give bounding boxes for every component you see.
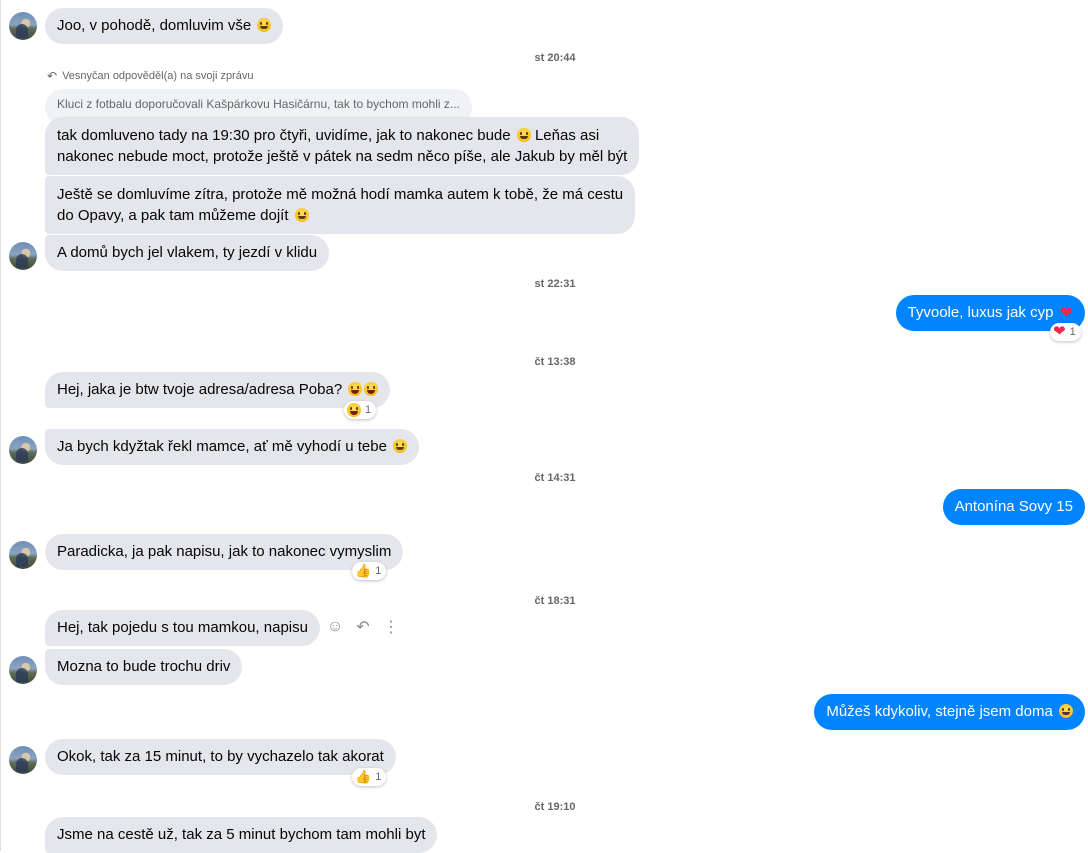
laughing-face-emoji-icon — [348, 382, 363, 396]
message-text: Hej, jaka je btw tvoje adresa/adresa Pob… — [57, 381, 343, 398]
grinning-face-emoji-icon — [257, 18, 272, 32]
message-bubble[interactable]: Jsme na cestě už, tak za 5 minut bychom … — [45, 817, 438, 853]
message-text: A domů bych jel vlakem, ty jezdí v klidu — [57, 244, 318, 261]
message-bubble[interactable]: Hej, tak pojedu s tou mamkou, napisu — [45, 610, 320, 646]
avatar[interactable] — [9, 242, 37, 270]
message-bubble-outgoing[interactable]: Antonína Sovy 15 — [942, 489, 1085, 525]
message-text: Okok, tak za 15 minut, to by vychazelo t… — [57, 748, 384, 765]
grinning-face-emoji-icon — [516, 128, 531, 142]
grinning-face-emoji-icon — [393, 439, 408, 453]
reaction-badge[interactable]: 👍 1 — [352, 768, 387, 786]
reply-arrow-icon: ↶ — [47, 69, 58, 83]
laughing-face-icon — [347, 403, 361, 417]
reply-label-text: ​Vesnyčan odpověděl(a) na svoji zprávu — [62, 70, 254, 82]
timestamp: st 20:44 — [534, 52, 576, 64]
more-vertical-icon[interactable]: ⋮ — [382, 617, 400, 637]
message-bubble[interactable]: tak domluveno tady na 19:30 pro čtyři, u… — [45, 117, 640, 175]
message-text: Joo, v pohodě, domluvim vše — [57, 17, 252, 34]
timestamp: čt 18:31 — [534, 595, 576, 607]
reaction-count: 1 — [1069, 326, 1076, 338]
quoted-message-text: Kluci z fotbalu doporučovali Kašpárkovu … — [57, 97, 460, 111]
message-text-line-1: Ještě se domluvíme zítra, protože mě mož… — [57, 186, 624, 203]
red-heart-emoji-icon: ❤ — [1059, 305, 1073, 322]
message-bubble[interactable]: Joo, v pohodě, domluvim vše — [45, 8, 284, 44]
reaction-badge[interactable]: ❤ 1 — [1050, 323, 1081, 341]
message-bubble[interactable]: Ještě se domluvíme zítra, protože mě mož… — [45, 176, 636, 234]
message-text: Ja bych kdyžtak řekl mamce, ať mě vyhodí… — [57, 438, 387, 455]
message-bubble[interactable]: Hej, jaka je btw tvoje adresa/adresa Pob… — [45, 372, 391, 408]
message-bubble-outgoing[interactable]: Můžeš kdykoliv, stejně jsem doma — [814, 694, 1085, 730]
reaction-count: 1 — [375, 565, 382, 577]
message-text: Můžeš kdykoliv, stejně jsem doma — [826, 703, 1053, 720]
message-text: Mozna to bude trochu driv — [57, 658, 231, 675]
message-text-line-2: do Opavy, a pak tam můžeme dojít — [57, 207, 289, 224]
reaction-badge[interactable]: 👍 1 — [352, 562, 387, 580]
message-text: Jsme na cestě už, tak za 5 minut bychom … — [57, 826, 426, 843]
avatar[interactable] — [9, 746, 37, 774]
message-text-line-2: nakonec nebude moct, protože ještě v pát… — [57, 148, 628, 165]
reaction-count: 1 — [365, 404, 372, 416]
timestamp: čt 13:38 — [534, 356, 576, 368]
smiley-icon[interactable]: ☺ — [326, 618, 344, 636]
thumbs-up-icon: 👍 — [355, 563, 372, 578]
message-bubble[interactable]: Ja bych kdyžtak řekl mamce, ať mě vyhodí… — [45, 429, 420, 465]
reply-label: ↶ ​Vesnyčan odpověděl(a) na svoji zprávu — [47, 69, 253, 83]
timestamp: st 22:31 — [534, 278, 576, 290]
avatar[interactable] — [9, 436, 37, 464]
message-text: Hej, tak pojedu s tou mamkou, napisu — [57, 619, 308, 636]
laughing-face-emoji-icon — [364, 382, 379, 396]
avatar[interactable] — [9, 541, 37, 569]
message-text-line-1: tak domluveno tady na 19:30 pro čtyři, u… — [57, 127, 511, 144]
left-border — [0, 0, 1, 851]
avatar[interactable] — [9, 12, 37, 40]
message-text: Tyvoole, luxus jak cyp — [907, 304, 1054, 321]
message-bubble[interactable]: A domů bych jel vlakem, ty jezdí v klidu — [45, 235, 330, 271]
message-text: Antonína Sovy 15 — [954, 498, 1073, 515]
thumbs-up-icon: 👍 — [355, 769, 372, 784]
message-actions: ☺ ↶ ⋮ — [326, 617, 400, 637]
reply-arrow-icon[interactable]: ↶ — [354, 617, 372, 637]
red-heart-icon: ❤ — [1053, 323, 1066, 340]
avatar[interactable] — [9, 656, 37, 684]
message-bubble[interactable]: Mozna to bude trochu driv — [45, 649, 243, 685]
reaction-badge[interactable]: 1 — [344, 401, 377, 419]
timestamp: čt 19:10 — [534, 801, 576, 813]
reaction-count: 1 — [375, 771, 382, 783]
message-text: Paradicka, ja pak napisu, jak to nakonec… — [57, 543, 392, 560]
grinning-face-emoji-icon — [1059, 704, 1073, 718]
message-text-line-1b: Leňas asi — [534, 127, 600, 144]
message-bubble[interactable]: Okok, tak za 15 minut, to by vychazelo t… — [45, 739, 396, 775]
timestamp: čt 14:31 — [534, 472, 576, 484]
grinning-face-emoji-icon — [294, 208, 309, 222]
message-bubble[interactable]: Paradicka, ja pak napisu, jak to nakonec… — [45, 534, 404, 570]
